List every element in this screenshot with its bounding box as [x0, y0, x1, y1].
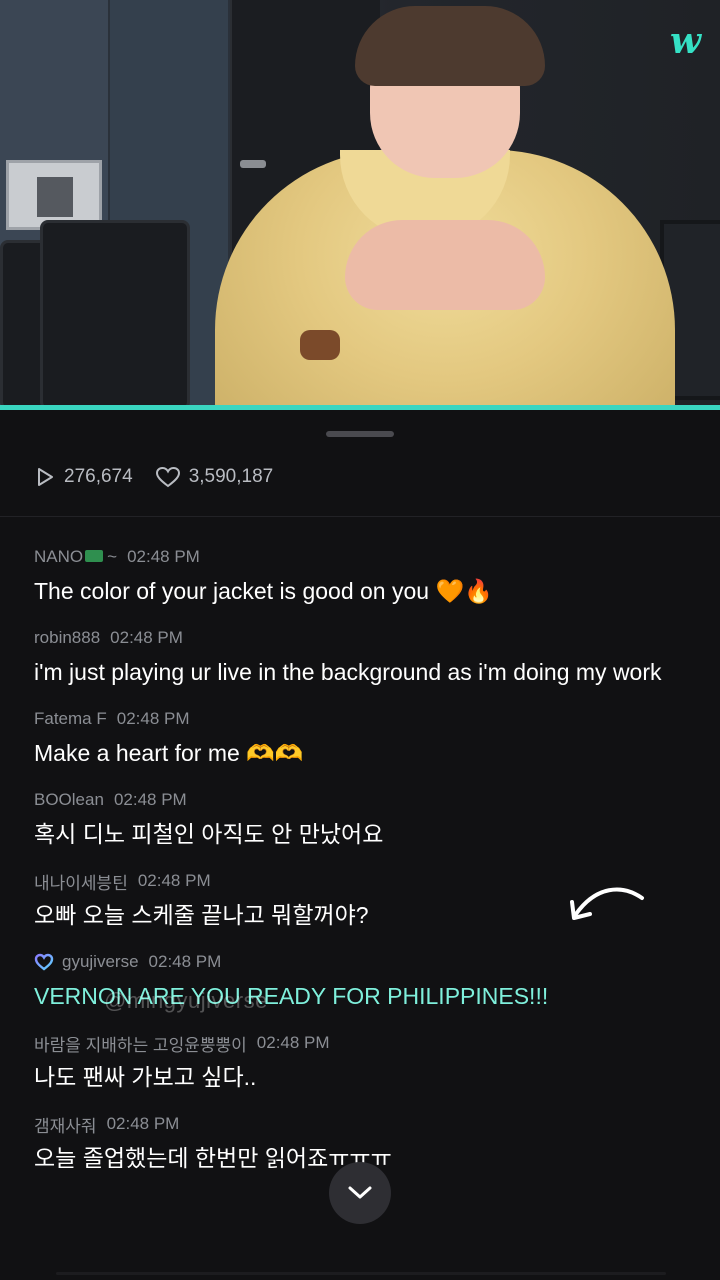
sheet-grabber[interactable]	[326, 431, 394, 437]
like-count-value: 3,590,187	[188, 466, 274, 487]
comment-user[interactable]: Fatema F	[34, 709, 107, 729]
comment-time: 02:48 PM	[106, 1114, 180, 1133]
divider	[0, 516, 720, 517]
comment-time: 02:48 PM	[148, 952, 222, 971]
weverse-logo: w	[670, 20, 701, 62]
comment-list[interactable]: NANO ~ 02:48 PM The color of your jacket …	[34, 546, 694, 1194]
comment-user[interactable]: 내나이세븡틴	[34, 869, 128, 894]
comment-time: 02:48 PM	[137, 871, 211, 890]
flag-icon	[85, 550, 104, 562]
comment-item: NANO ~ 02:48 PM The color of your jacket …	[34, 546, 694, 609]
artist-heart-icon	[34, 953, 54, 971]
watermark: @mingyujiverse	[104, 988, 268, 1013]
comment-time: 02:48 PM	[256, 1033, 330, 1052]
comment-text: 나도 팬싸 가보고 싶다..	[34, 1064, 257, 1090]
comment-item: BOOlean 02:48 PM 혹시 디노 피철인 아직도 안 만났어요	[34, 789, 694, 852]
comment-text: i'm just playing ur live in the backgrou…	[34, 659, 662, 685]
comment-text: 혹시 디노 피철인 아직도 안 만났어요	[34, 821, 384, 847]
comment-user[interactable]: 갬재사줘	[34, 1112, 97, 1137]
live-video[interactable]: w	[0, 0, 720, 410]
play-count: 276,674	[34, 466, 133, 488]
chevron-down-icon	[348, 1186, 372, 1199]
comment-sheet: 276,674 3,590,187 NANO ~ 02:48 PM The col…	[0, 410, 720, 1280]
comment-item: 바람을 지배하는 고잉윤뿡뿡이 02:48 PM 나도 팬싸 가보고 싶다..	[34, 1032, 694, 1095]
play-icon	[38, 468, 53, 486]
home-indicator	[56, 1272, 666, 1275]
comment-text: The color of your jacket is good on you …	[34, 578, 493, 604]
comment-time: 02:48 PM	[113, 790, 187, 809]
scroll-to-latest-button[interactable]	[329, 1162, 391, 1224]
comment-item: Fatema F 02:48 PM Make a heart for me 🫶🫶	[34, 708, 694, 771]
comment-time: 02:48 PM	[116, 709, 190, 728]
watch	[300, 330, 340, 360]
door-handle	[240, 160, 266, 168]
comment-time: 02:48 PM	[110, 628, 183, 647]
heart-icon	[155, 466, 180, 488]
stats-row: 276,674 3,590,187	[34, 466, 295, 488]
person-hands	[345, 220, 545, 310]
comment-text: Make a heart for me 🫶🫶	[34, 740, 304, 766]
comment-user[interactable]: 바람을 지배하는 고잉윤뿡뿡이	[34, 1031, 247, 1056]
comment-item: robin888 02:48 PM i'm just playing ur li…	[34, 627, 694, 690]
comment-user[interactable]: BOOlean	[34, 790, 104, 810]
like-count: 3,590,187	[155, 466, 274, 488]
play-count-value: 276,674	[64, 466, 133, 487]
comment-user[interactable]: gyujiverse	[62, 952, 139, 972]
comment-user[interactable]: NANO ~	[34, 547, 117, 567]
comment-time: 02:48 PM	[127, 547, 200, 566]
person-hair	[355, 6, 545, 86]
comment-user[interactable]: robin888	[34, 628, 100, 648]
arrow-annotation-icon	[570, 887, 644, 920]
chair	[40, 220, 190, 410]
